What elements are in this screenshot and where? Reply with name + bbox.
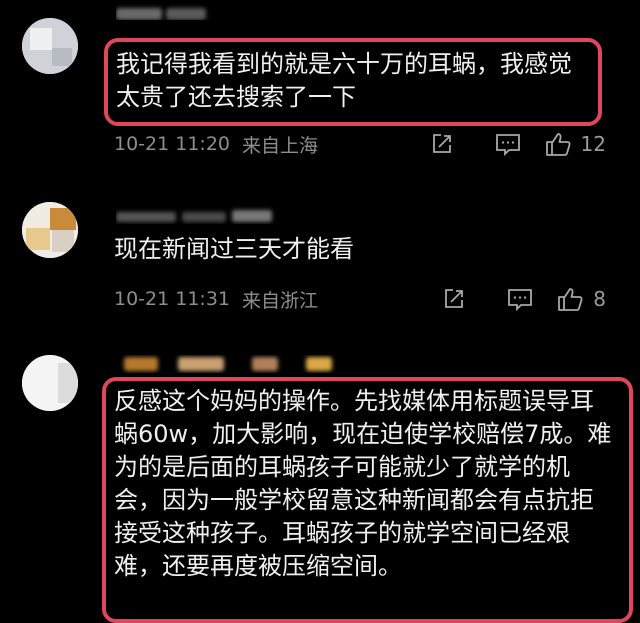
comment-text: 我记得我看到的就是六十万的耳蜗，我感觉太贵了还去搜索了一下 [116,50,572,111]
thumbs-up-icon [545,133,571,156]
share-button[interactable] [409,129,475,159]
like-count: 12 [580,132,606,156]
comment-button[interactable] [487,284,553,314]
comment-meta: 10-21 11:31 来自浙江 8 [114,284,624,314]
avatar[interactable] [22,355,78,411]
comment-time: 10-21 11:31 [114,288,231,310]
comment-actions: 8 [421,284,606,314]
thumbs-up-icon [558,288,583,311]
comment-3: 反感这个妈妈的操作。先找媒体用标题误导耳蜗60w，加大影响，现在迫使学校赔偿7成… [0,345,640,623]
share-button[interactable] [421,284,487,314]
like-count: 8 [593,287,606,311]
username-blurred[interactable] [116,206,286,224]
avatar[interactable] [22,202,78,258]
avatar[interactable] [22,18,78,74]
comment-button[interactable] [475,129,541,159]
comment-icon [508,289,533,311]
comment-text: 反感这个妈妈的操作。先找媒体用标题误导耳蜗60w，加大影响，现在迫使学校赔偿7成… [114,387,612,580]
username-blurred[interactable] [116,2,226,20]
comment-2: 现在新闻过三天才能看 10-21 11:31 来自浙江 8 [0,190,640,340]
comment-icon [495,134,520,156]
comment-1: 我记得我看到的就是六十万的耳蜗，我感觉太贵了还去搜索了一下 10-21 11:2… [0,0,640,175]
username-blurred[interactable] [116,355,346,373]
comment-time: 10-21 11:20 [114,133,231,155]
like-button[interactable]: 8 [557,286,606,312]
comment-meta: 10-21 11:20 来自上海 12 [114,129,624,159]
comment-location: 来自浙江 [242,289,319,312]
share-icon [432,134,451,153]
like-button[interactable]: 12 [545,131,606,157]
comment-actions: 12 [409,129,606,159]
share-icon [445,289,464,308]
comment-location: 来自上海 [242,134,319,157]
comment-text: 现在新闻过三天才能看 [114,235,354,263]
